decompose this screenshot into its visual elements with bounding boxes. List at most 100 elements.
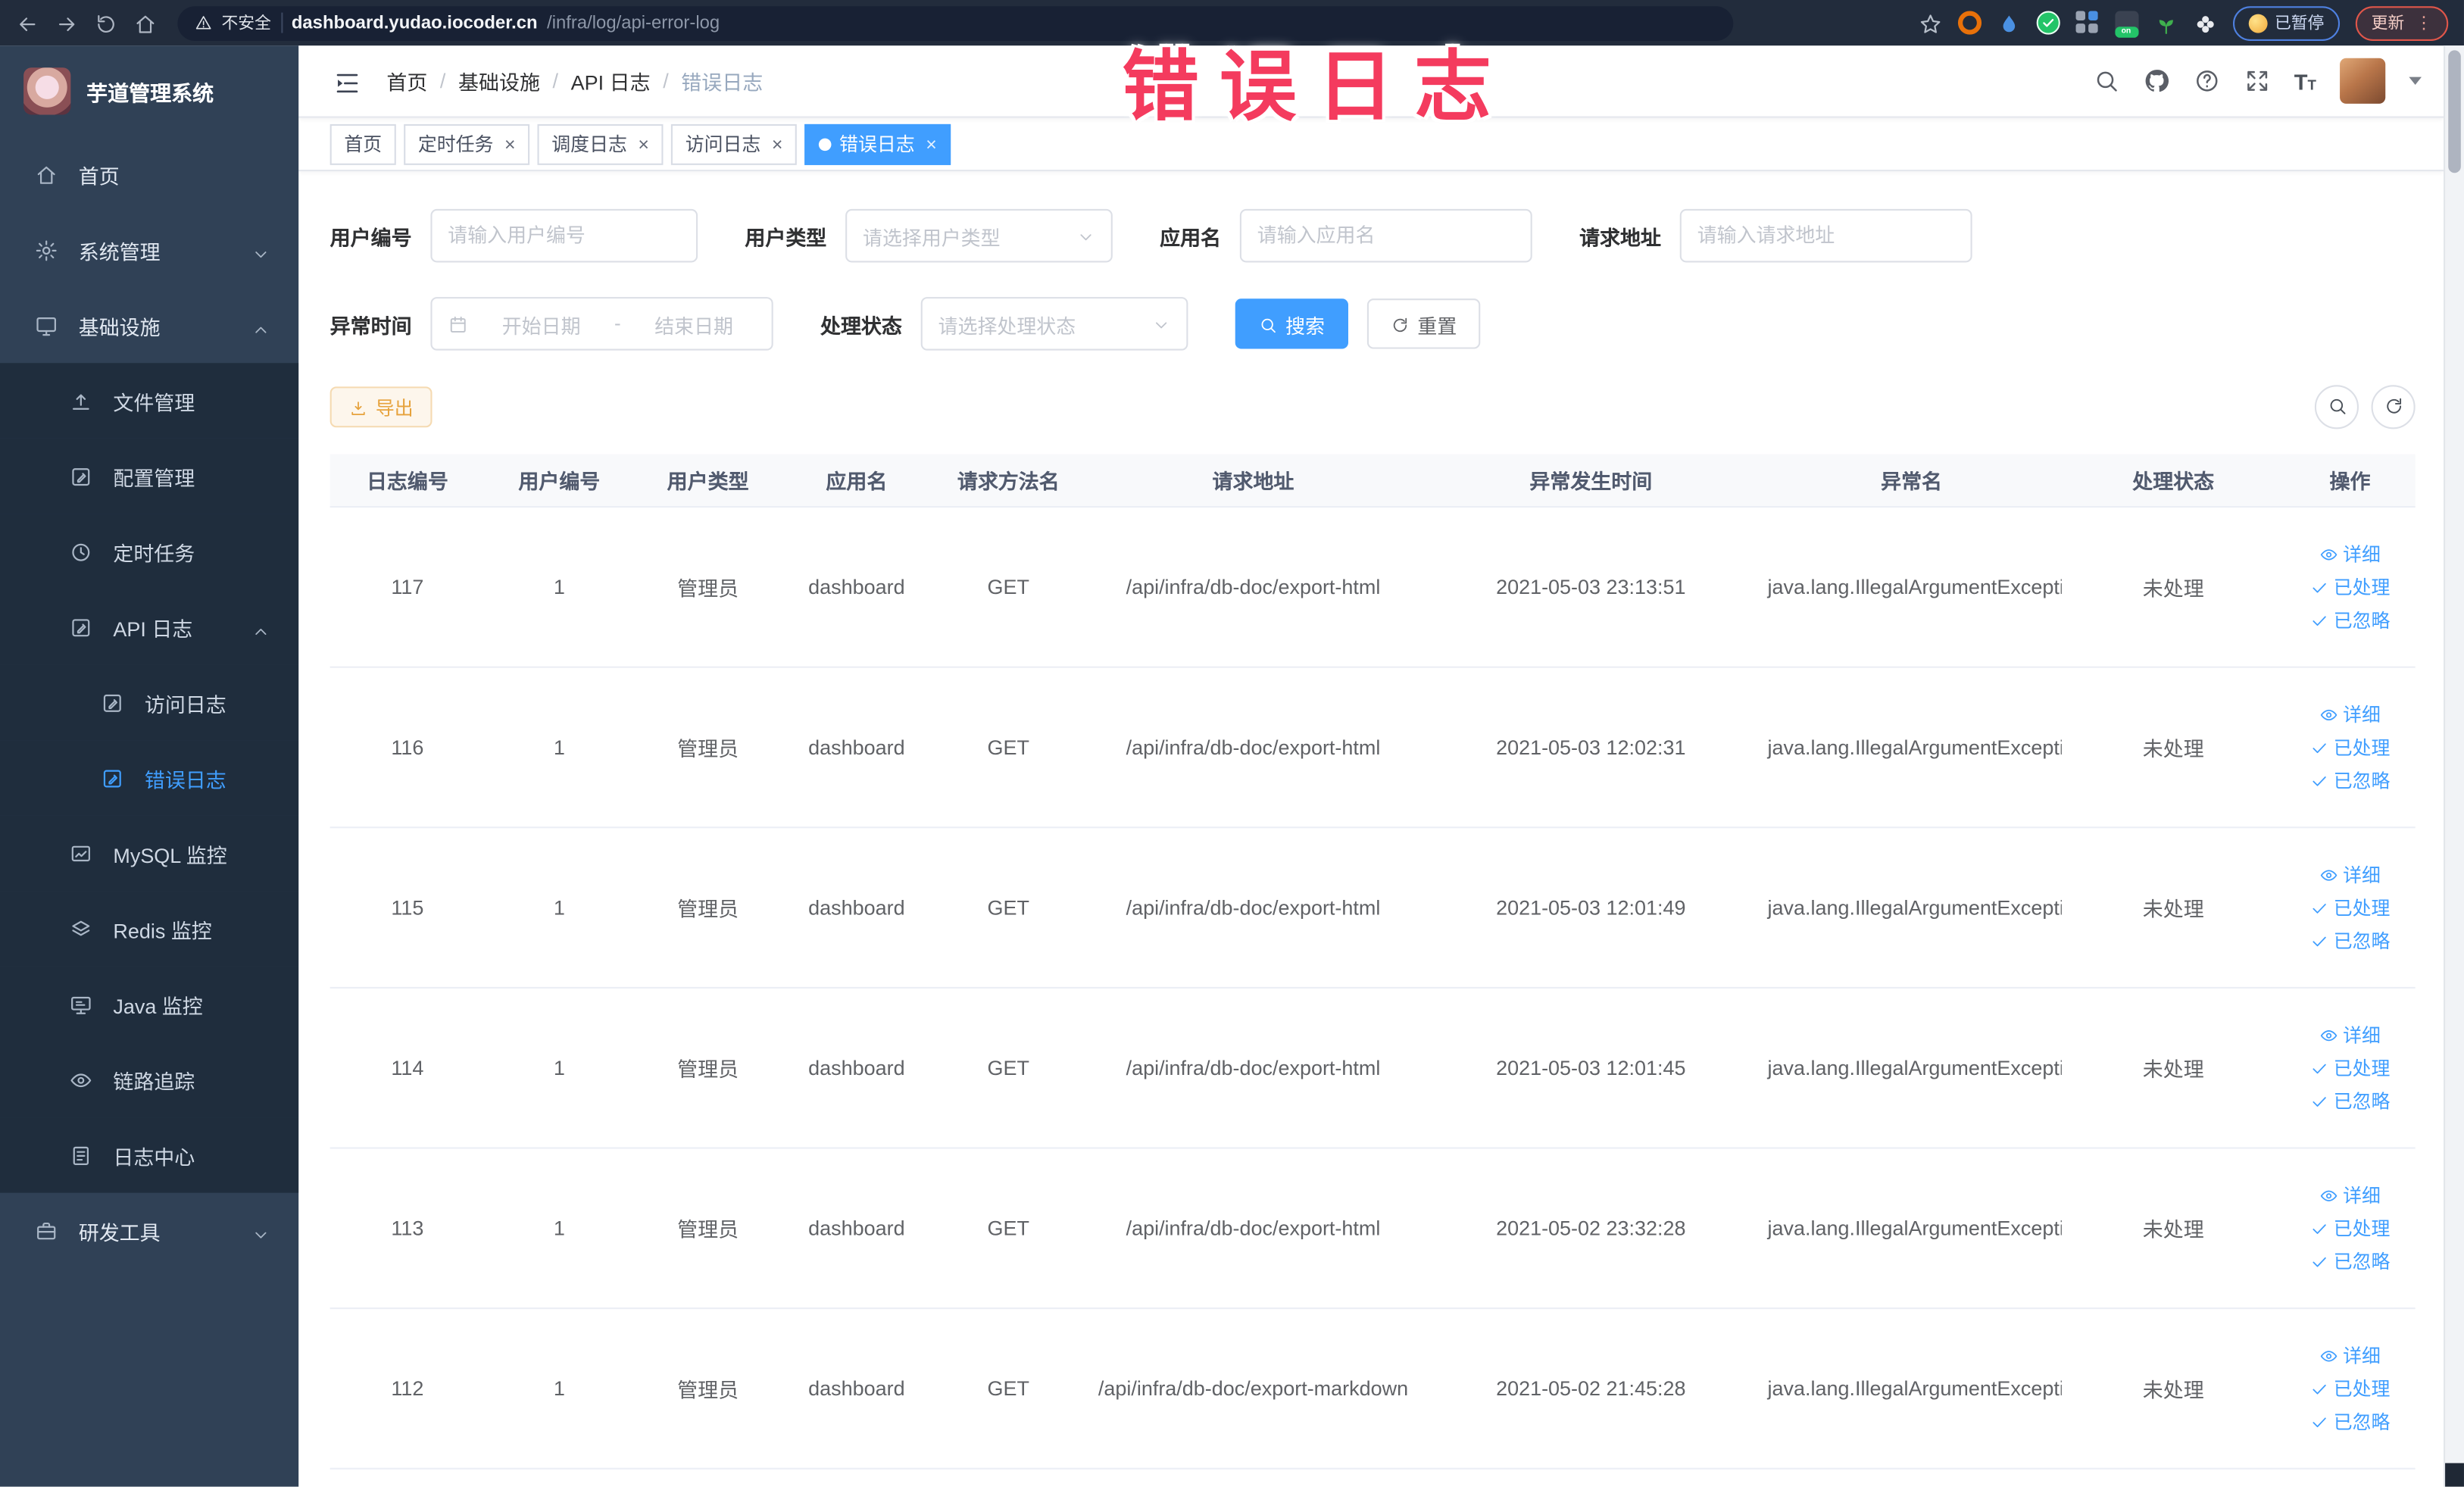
page-scrollbar[interactable] — [2444, 45, 2464, 1487]
user-type-select[interactable]: 请选择用户类型 — [845, 208, 1113, 263]
column-header: 操作 — [2329, 470, 2371, 494]
tag-item[interactable]: 调度日志 × — [537, 123, 664, 164]
sidebar-item-log-center[interactable]: 日志中心 — [0, 1117, 299, 1193]
processed-link[interactable]: 已处理 — [2310, 894, 2390, 920]
extension-orange-icon[interactable] — [1957, 11, 1982, 35]
request-url-label: 请求地址 — [1579, 225, 1661, 249]
sidebar: 芋道管理系统 首页 系统管理 基础设施 文件管理 配置管理 定时任务 API 日志 访问日志错… — [0, 45, 299, 1487]
close-icon[interactable]: × — [504, 134, 516, 153]
sidebar-item-error-log[interactable]: 错误日志 — [0, 740, 299, 816]
sidebar-item-scheduled-tasks[interactable]: 定时任务 — [0, 514, 299, 589]
ignored-link[interactable]: 已忽略 — [2310, 607, 2390, 633]
tag-active[interactable]: 错误日志 × — [804, 123, 951, 164]
tag-item[interactable]: 访问日志 × — [671, 123, 798, 164]
cell-exception: java.lang.IllegalArgumentException — [1767, 575, 2062, 599]
bookmark-star-icon[interactable] — [1918, 11, 1941, 35]
extension-on-badge-icon[interactable]: on — [2114, 11, 2138, 38]
extension-green-check-icon[interactable] — [2035, 11, 2060, 35]
scrollbar-thumb[interactable] — [2448, 50, 2461, 173]
user-avatar[interactable] — [2340, 58, 2386, 104]
sidebar-item-api-log[interactable]: API 日志 — [0, 589, 299, 665]
table-row: 113 1 管理员 dashboard GET/api/infra/db-doc/exp… — [329, 1149, 2416, 1310]
detail-link[interactable]: 详细 — [2319, 1182, 2381, 1208]
ignored-link[interactable]: 已忽略 — [2310, 1248, 2390, 1274]
sidebar-item-home[interactable]: 首页 — [0, 136, 298, 212]
sidebar-item-access-log[interactable]: 访问日志 — [0, 664, 299, 741]
paused-chip[interactable]: 已暂停 — [2231, 5, 2341, 40]
search-button-label: 搜索 — [1285, 314, 1325, 338]
extension-sprout-icon[interactable] — [2153, 11, 2177, 35]
processed-link[interactable]: 已处理 — [2310, 734, 2390, 761]
detail-link[interactable]: 详细 — [2319, 541, 2381, 567]
detail-link[interactable]: 详细 — [2319, 701, 2381, 727]
chevron-down-icon[interactable] — [2409, 77, 2422, 86]
app-name-input[interactable] — [1257, 224, 1516, 247]
filter-row-1: 用户编号 用户类型 请选择用户类型 应用名 请求地址 — [330, 208, 2416, 263]
update-button[interactable]: 更新 ⋮ — [2355, 5, 2449, 40]
github-icon[interactable] — [2144, 67, 2170, 94]
detail-link[interactable]: 详细 — [2319, 1342, 2381, 1369]
processed-link[interactable]: 已处理 — [2310, 1375, 2390, 1401]
sidebar-item-dev-tools[interactable]: 研发工具 — [0, 1193, 298, 1269]
breadcrumb-item[interactable]: 基础设施 — [458, 66, 540, 95]
search-icon[interactable] — [2093, 67, 2119, 94]
breadcrumb-item[interactable]: API 日志 — [571, 66, 651, 95]
extension-grid-icon[interactable] — [2075, 11, 2099, 35]
search-button[interactable]: 搜索 — [1235, 298, 1349, 349]
processed-link[interactable]: 已处理 — [2310, 573, 2390, 600]
sidebar-item-tracing[interactable]: 链路追踪 — [0, 1042, 299, 1118]
sidebar-item-mysql-monitor[interactable]: MySQL 监控 — [0, 815, 299, 892]
cell-log-id: 114 — [391, 1056, 424, 1080]
extension-pinwheel-icon[interactable] — [2193, 11, 2216, 35]
toggle-search-button[interactable] — [2314, 385, 2359, 430]
url-path: /infra/log/api-error-log — [547, 13, 720, 33]
detail-link[interactable]: 详细 — [2319, 861, 2381, 888]
close-icon[interactable]: × — [772, 134, 783, 153]
sidebar-item-redis-monitor[interactable]: Redis 监控 — [0, 891, 299, 967]
sidebar-item-file-mgmt[interactable]: 文件管理 — [0, 363, 299, 439]
help-icon[interactable] — [2194, 67, 2220, 94]
fullscreen-icon[interactable] — [2244, 67, 2270, 94]
ignored-link[interactable]: 已忽略 — [2310, 1088, 2390, 1114]
app-logo-row[interactable]: 芋道管理系统 — [0, 45, 298, 136]
processed-link[interactable]: 已处理 — [2310, 1054, 2390, 1081]
sidebar-item-label: 链路追踪 — [113, 1069, 195, 1093]
font-size-icon[interactable]: TT — [2294, 70, 2316, 92]
sidebar-item-system-mgmt[interactable]: 系统管理 — [0, 212, 298, 288]
close-icon[interactable]: × — [638, 134, 649, 153]
user-id-input[interactable] — [448, 224, 681, 247]
cell-user-type: 管理员 — [677, 576, 739, 601]
sidebar-item-config-mgmt[interactable]: 配置管理 — [0, 438, 299, 514]
home-icon[interactable] — [133, 10, 158, 35]
table-row: 115 1 管理员 dashboard GET/api/infra/db-doc/exp… — [329, 828, 2416, 989]
process-status-select[interactable]: 请选择处理状态 — [920, 297, 1188, 351]
cell-app: dashboard — [808, 1056, 905, 1080]
sidebar-item-infrastructure[interactable]: 基础设施 — [0, 288, 298, 364]
close-icon[interactable]: × — [926, 134, 937, 153]
refresh-table-button[interactable] — [2371, 385, 2416, 430]
browser-menu-icon[interactable]: ⋮ — [2416, 14, 2433, 32]
date-range-picker[interactable]: 开始日期 - 结束日期 — [430, 297, 773, 351]
ignored-link[interactable]: 已忽略 — [2310, 767, 2390, 793]
export-button[interactable]: 导出 — [329, 386, 433, 428]
sidebar-fold-icon[interactable] — [333, 68, 361, 93]
ignored-link[interactable]: 已忽略 — [2310, 927, 2390, 954]
request-url-input[interactable] — [1697, 224, 1955, 247]
process-status-label: 处理状态 — [820, 313, 902, 338]
cell-user-id: 1 — [553, 1056, 565, 1080]
back-icon[interactable] — [16, 10, 41, 35]
cell-time: 2021-05-02 23:32:28 — [1496, 1216, 1686, 1240]
tag-item[interactable]: 定时任务 × — [404, 123, 530, 164]
extension-blue-drop-icon[interactable] — [1997, 11, 2020, 35]
reset-button[interactable]: 重置 — [1366, 298, 1481, 349]
breadcrumb-item[interactable]: 首页 — [386, 66, 427, 95]
reload-icon[interactable] — [94, 10, 119, 35]
ignored-link[interactable]: 已忽略 — [2310, 1408, 2390, 1435]
forward-icon[interactable] — [55, 10, 80, 35]
breadcrumb-item: 错误日志 — [681, 70, 764, 95]
tag-item[interactable]: 首页 — [329, 123, 396, 164]
processed-link[interactable]: 已处理 — [2310, 1215, 2390, 1242]
exception-time-label: 异常时间 — [329, 313, 412, 338]
detail-link[interactable]: 详细 — [2319, 1021, 2381, 1048]
sidebar-item-java-monitor[interactable]: Java 监控 — [0, 966, 299, 1042]
